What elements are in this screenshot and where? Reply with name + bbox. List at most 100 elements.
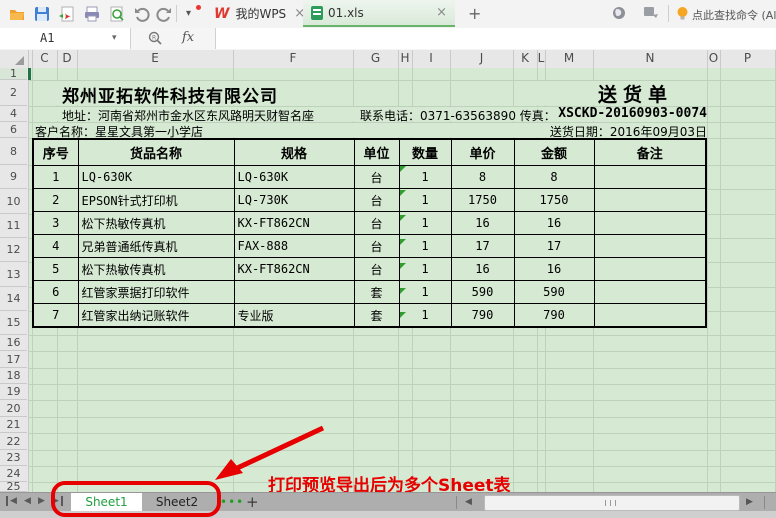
row-header-23[interactable]: 23: [0, 450, 27, 466]
row-header-4[interactable]: 4: [0, 106, 27, 122]
header-unit[interactable]: 单位: [354, 139, 399, 166]
table-cell[interactable]: 台: [354, 258, 399, 281]
table-cell[interactable]: 16: [514, 212, 594, 235]
header-name[interactable]: 货品名称: [78, 139, 234, 166]
redo-icon[interactable]: [155, 5, 173, 23]
scroll-left-arrow[interactable]: ◀: [465, 497, 472, 507]
table-cell[interactable]: 5: [33, 258, 78, 281]
column-header-J[interactable]: J: [450, 51, 513, 65]
row-header-25[interactable]: 25: [0, 482, 27, 492]
table-cell[interactable]: 16: [451, 258, 514, 281]
close-tab-icon[interactable]: ×: [436, 5, 447, 20]
table-cell[interactable]: 790: [451, 304, 514, 328]
first-sheet-button[interactable]: ◀: [6, 496, 17, 506]
header-spec[interactable]: 规格: [234, 139, 354, 166]
row-header-13[interactable]: 13: [0, 262, 27, 287]
row-header-9[interactable]: 9: [0, 165, 27, 189]
column-header-L[interactable]: L: [537, 51, 545, 65]
next-sheet-button[interactable]: ▶: [38, 496, 45, 506]
table-cell[interactable]: KX-FT862CN: [234, 212, 354, 235]
table-cell[interactable]: 1: [399, 189, 451, 212]
table-cell[interactable]: FAX-888: [234, 235, 354, 258]
pane-splitter[interactable]: [764, 496, 765, 509]
horizontal-scrollbar-thumb[interactable]: [484, 495, 740, 511]
table-cell[interactable]: 1: [399, 304, 451, 328]
add-sheet-button[interactable]: +: [246, 493, 259, 511]
insert-function-icon[interactable]: fx: [182, 30, 194, 45]
table-cell[interactable]: 16: [451, 212, 514, 235]
column-header-E[interactable]: E: [77, 51, 233, 65]
table-cell[interactable]: 1: [399, 166, 451, 189]
new-tab-button[interactable]: +: [468, 4, 481, 23]
table-cell[interactable]: KX-FT862CN: [234, 258, 354, 281]
table-cell[interactable]: [234, 281, 354, 304]
row-header-8[interactable]: 8: [0, 138, 27, 165]
table-cell[interactable]: 松下热敏传真机: [78, 212, 234, 235]
row-header-12[interactable]: 12: [0, 238, 27, 262]
column-header-P[interactable]: P: [720, 51, 775, 65]
find-command-hint[interactable]: 点此查找命令 (Alt+: [692, 7, 776, 23]
row-header-18[interactable]: 18: [0, 368, 27, 384]
scroll-right-arrow[interactable]: ▶: [746, 497, 753, 507]
table-cell[interactable]: 台: [354, 212, 399, 235]
undo-icon[interactable]: [133, 5, 151, 23]
pane-splitter[interactable]: [456, 496, 457, 509]
select-all-corner[interactable]: [0, 50, 29, 68]
table-cell[interactable]: 套: [354, 281, 399, 304]
row-header-14[interactable]: 14: [0, 287, 27, 311]
more-sheets-button[interactable]: •••: [220, 495, 244, 509]
table-cell[interactable]: 6: [33, 281, 78, 304]
print-preview-icon[interactable]: [108, 5, 126, 23]
table-cell[interactable]: 套: [354, 304, 399, 328]
header-qty[interactable]: 数量: [399, 139, 451, 166]
table-cell[interactable]: [594, 235, 706, 258]
name-box[interactable]: A1 ▾: [0, 28, 131, 49]
tab-01-xls[interactable]: 01.xls ×: [303, 0, 455, 27]
table-cell[interactable]: [594, 258, 706, 281]
table-cell[interactable]: 16: [514, 258, 594, 281]
table-cell[interactable]: 红管家票据打印软件: [78, 281, 234, 304]
header-price[interactable]: 单价: [451, 139, 514, 166]
table-cell[interactable]: LQ-730K: [234, 189, 354, 212]
table-cell[interactable]: 1: [399, 235, 451, 258]
table-cell[interactable]: 台: [354, 235, 399, 258]
spreadsheet-grid[interactable]: 郑州亚拓软件科技有限公司 送货单 地址：河南省郑州市金水区东风路明天财智名座 联…: [0, 68, 776, 492]
export-pdf-icon[interactable]: [58, 5, 76, 23]
row-header-17[interactable]: 17: [0, 351, 27, 368]
row-header-15[interactable]: 15: [0, 311, 27, 335]
namebox-caret-icon[interactable]: ▾: [112, 33, 117, 43]
table-cell[interactable]: 2: [33, 189, 78, 212]
table-cell[interactable]: [594, 166, 706, 189]
table-cell[interactable]: 1750: [514, 189, 594, 212]
table-cell[interactable]: 790: [514, 304, 594, 328]
column-header-H[interactable]: H: [398, 51, 412, 65]
table-cell[interactable]: 1: [399, 212, 451, 235]
table-cell[interactable]: 1750: [451, 189, 514, 212]
open-folder-icon[interactable]: [8, 5, 26, 23]
table-cell[interactable]: [594, 281, 706, 304]
table-cell[interactable]: [594, 189, 706, 212]
row-header-20[interactable]: 20: [0, 400, 27, 417]
row-header-22[interactable]: 22: [0, 433, 27, 450]
magnifier-icon[interactable]: R: [148, 31, 163, 46]
table-cell[interactable]: 专业版: [234, 304, 354, 328]
table-cell[interactable]: EPSON针式打印机: [78, 189, 234, 212]
row-header-11[interactable]: 11: [0, 214, 27, 238]
table-cell[interactable]: 590: [451, 281, 514, 304]
formula-input[interactable]: [215, 28, 776, 49]
row-header-21[interactable]: 21: [0, 417, 27, 433]
column-header-O[interactable]: O: [707, 51, 720, 65]
row-header-16[interactable]: 16: [0, 335, 27, 351]
header-amount[interactable]: 金额: [514, 139, 594, 166]
column-header-I[interactable]: I: [412, 51, 450, 65]
prev-sheet-button[interactable]: ◀: [24, 496, 31, 506]
tab-my-wps[interactable]: W 我的WPS ×: [208, 0, 311, 27]
table-cell[interactable]: [594, 212, 706, 235]
column-header-G[interactable]: G: [353, 51, 398, 65]
tray-layout-icon[interactable]: [643, 6, 659, 20]
customize-toolbar-caret[interactable]: ▾: [186, 8, 191, 19]
table-cell[interactable]: 台: [354, 166, 399, 189]
row-header-10[interactable]: 10: [0, 189, 27, 214]
table-cell[interactable]: 8: [514, 166, 594, 189]
table-cell[interactable]: 4: [33, 235, 78, 258]
